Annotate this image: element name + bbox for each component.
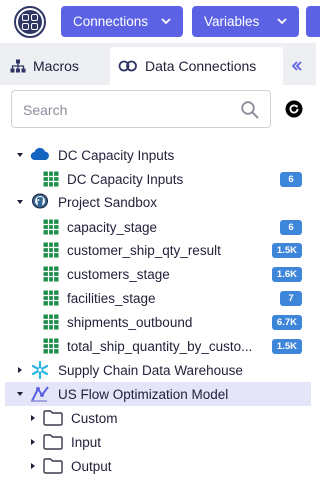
model-icon xyxy=(31,386,49,402)
tree-node-connection[interactable]: Project Sandbox xyxy=(0,190,316,214)
tree-node-folder[interactable]: Input xyxy=(0,430,316,454)
caret-down-icon[interactable] xyxy=(15,389,25,399)
snowflake-icon xyxy=(31,361,49,379)
tree-node-label: Output xyxy=(71,458,112,474)
row-count-badge: 6 xyxy=(280,219,302,235)
table-icon xyxy=(43,219,59,235)
tree-node-folder[interactable]: Output xyxy=(0,454,316,478)
tree-node-model-selected[interactable]: US Flow Optimization Model xyxy=(5,382,311,406)
table-icon xyxy=(43,242,59,258)
caret-right-icon[interactable] xyxy=(28,461,38,471)
table-icon xyxy=(43,171,59,187)
tree-node-table[interactable]: customer_ship_qty_result 1.5K xyxy=(0,238,316,262)
tree-node-label: Supply Chain Data Warehouse xyxy=(58,362,243,378)
tree-node-label: customers_stage xyxy=(67,266,170,282)
caret-right-icon[interactable] xyxy=(28,437,38,447)
row-count-badge: 1.5K xyxy=(271,338,302,354)
row-count-badge: 1.6K xyxy=(271,266,302,282)
tree-node-folder[interactable]: Custom xyxy=(0,406,316,430)
table-icon xyxy=(43,314,59,330)
tree-node-label: shipments_outbound xyxy=(67,314,193,330)
tree-node-label: Input xyxy=(71,434,102,450)
search-box xyxy=(11,90,271,128)
variables-button[interactable]: Variables xyxy=(192,6,299,37)
tree-node-label: DC Capacity Inputs xyxy=(67,171,184,187)
tree-node-label: total_ship_quantity_by_custo... xyxy=(67,338,253,354)
tree-node-table[interactable]: facilities_stage 7 xyxy=(0,286,316,310)
connections-label: Connections xyxy=(73,14,149,29)
caret-down-icon[interactable] xyxy=(15,150,25,160)
tree-node-connection[interactable]: DC Capacity Inputs xyxy=(0,143,316,167)
tab-macros[interactable]: Macros xyxy=(0,47,110,85)
folder-icon xyxy=(43,434,63,450)
tree-node-label: capacity_stage xyxy=(67,219,158,235)
caret-right-icon[interactable] xyxy=(28,413,38,423)
tree-node-label: DC Capacity Inputs xyxy=(58,147,175,163)
hierarchy-icon xyxy=(10,59,26,73)
table-icon xyxy=(43,266,59,282)
tree-node-connection[interactable]: Supply Chain Data Warehouse xyxy=(0,358,316,382)
search-icon[interactable] xyxy=(240,100,260,120)
tree-node-label: US Flow Optimization Model xyxy=(58,386,229,402)
tab-data-connections-label: Data Connections xyxy=(145,58,257,74)
tree-node-table[interactable]: customers_stage 1.6K xyxy=(0,262,316,286)
tree-node-label: facilities_stage xyxy=(67,290,156,306)
tree-node-table[interactable]: capacity_stage 6 xyxy=(0,215,316,239)
apps-grid-icon[interactable] xyxy=(14,6,46,38)
tree-node-label: Project Sandbox xyxy=(58,194,158,210)
tree-node-table[interactable]: shipments_outbound 6.7K xyxy=(0,310,316,334)
refresh-icon[interactable] xyxy=(285,100,303,118)
postgres-icon xyxy=(32,193,48,209)
caret-right-icon[interactable] xyxy=(15,365,25,375)
chevron-down-icon xyxy=(277,18,287,25)
tree-node-label: Custom xyxy=(71,410,118,426)
folder-icon xyxy=(43,458,63,474)
tree-node-label: customer_ship_qty_result xyxy=(67,242,221,258)
tab-data-connections[interactable]: Data Connections xyxy=(110,47,283,85)
tree-node-table[interactable]: total_ship_quantity_by_custo... 1.5K xyxy=(0,334,316,358)
table-icon xyxy=(43,338,59,354)
tab-macros-label: Macros xyxy=(33,58,79,74)
connections-button[interactable]: Connections xyxy=(61,6,183,37)
variables-label: Variables xyxy=(204,14,260,29)
tree-node-table[interactable]: DC Capacity Inputs 6 xyxy=(0,167,316,191)
connection-link-icon xyxy=(118,60,137,72)
search-input[interactable] xyxy=(23,100,223,120)
toolbar-overflow-button[interactable] xyxy=(306,6,320,37)
row-count-badge: 6.7K xyxy=(271,314,302,330)
caret-down-icon[interactable] xyxy=(15,197,25,207)
folder-icon xyxy=(43,410,63,426)
collapse-panel-icon[interactable] xyxy=(284,51,310,81)
row-count-badge: 7 xyxy=(280,290,302,306)
chevron-down-icon xyxy=(161,18,171,25)
panel-tabs: Macros Data Connections xyxy=(0,43,316,85)
cloud-icon xyxy=(30,147,49,161)
row-count-badge: 1.5K xyxy=(271,242,302,258)
table-icon xyxy=(43,290,59,306)
row-count-badge: 6 xyxy=(280,171,302,187)
top-toolbar: Connections Variables xyxy=(0,0,320,43)
